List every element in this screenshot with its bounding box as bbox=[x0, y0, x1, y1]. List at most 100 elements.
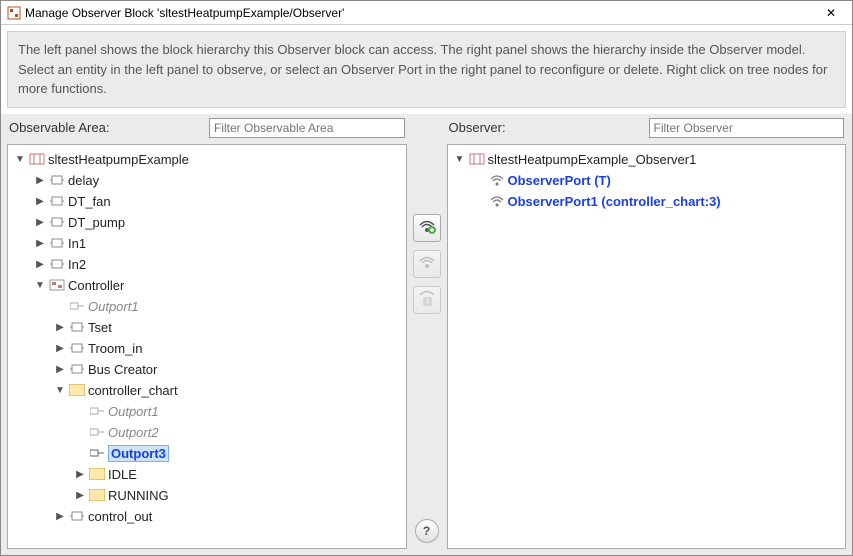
tree-label: DT_pump bbox=[68, 215, 125, 230]
expand-icon[interactable]: ▶ bbox=[34, 238, 46, 249]
tree-label: In1 bbox=[68, 236, 86, 251]
tree-label: Bus Creator bbox=[88, 362, 157, 377]
dialog-window: Manage Observer Block 'sltestHeatpumpExa… bbox=[0, 0, 853, 556]
tree-node-root[interactable]: ▼ sltestHeatpumpExample bbox=[10, 149, 404, 170]
tree-label: ObserverPort (T) bbox=[508, 173, 611, 188]
tree-node-buscreator[interactable]: ▶ Bus Creator bbox=[10, 359, 404, 380]
info-bar: The left panel shows the block hierarchy… bbox=[7, 31, 846, 108]
tree-node-cc-outport2[interactable]: Outport2 bbox=[10, 422, 404, 443]
expand-icon[interactable]: ▶ bbox=[54, 364, 66, 375]
tree-label: ObserverPort1 (controller_chart:3) bbox=[508, 194, 721, 209]
state-icon bbox=[89, 487, 105, 503]
block-icon bbox=[49, 193, 65, 209]
add-observer-button[interactable] bbox=[413, 214, 441, 242]
tree-label: sltestHeatpumpExample_Observer1 bbox=[488, 152, 697, 167]
block-icon bbox=[49, 256, 65, 272]
model-icon bbox=[469, 151, 485, 167]
tree-label: Troom_in bbox=[88, 341, 142, 356]
subsystem-icon bbox=[49, 277, 65, 293]
expand-icon[interactable]: ▶ bbox=[34, 175, 46, 186]
titlebar: Manage Observer Block 'sltestHeatpumpExa… bbox=[1, 1, 852, 25]
tree-node-running[interactable]: ▶ RUNNING bbox=[10, 485, 404, 506]
tree-label: DT_fan bbox=[68, 194, 111, 209]
tree-node-control-out[interactable]: ▶ control_out bbox=[10, 506, 404, 527]
observable-tree[interactable]: ▼ sltestHeatpumpExample ▶ delay ▶ bbox=[7, 144, 407, 550]
expand-icon[interactable]: ▶ bbox=[34, 259, 46, 270]
tree-node-dtfan[interactable]: ▶ DT_fan bbox=[10, 191, 404, 212]
tree-label: RUNNING bbox=[108, 488, 169, 503]
tree-node-outport1[interactable]: Outport1 bbox=[10, 296, 404, 317]
tree-label: controller_chart bbox=[88, 383, 178, 398]
delete-observer-button[interactable] bbox=[413, 286, 441, 314]
block-icon bbox=[49, 214, 65, 230]
tree-node-delay[interactable]: ▶ delay bbox=[10, 170, 404, 191]
block-icon bbox=[49, 235, 65, 251]
chart-icon bbox=[69, 382, 85, 398]
wifi-plus-icon bbox=[418, 218, 436, 237]
expand-icon[interactable]: ▶ bbox=[54, 343, 66, 354]
observable-area-label: Observable Area: bbox=[9, 120, 199, 135]
tree-node-controller-chart[interactable]: ▼ controller_chart bbox=[10, 380, 404, 401]
observer-port-icon bbox=[489, 193, 505, 209]
filter-observable-input[interactable] bbox=[209, 118, 405, 138]
observer-label: Observer: bbox=[449, 120, 639, 135]
block-icon bbox=[69, 319, 85, 335]
tree-node-cc-outport1[interactable]: Outport1 bbox=[10, 401, 404, 422]
panels: Observable Area: ▼ sltestHeatpumpExample bbox=[1, 114, 852, 556]
expand-icon[interactable]: ▶ bbox=[34, 217, 46, 228]
tree-node-observerport1[interactable]: ObserverPort1 (controller_chart:3) bbox=[450, 191, 844, 212]
block-icon bbox=[69, 340, 85, 356]
help-icon: ? bbox=[423, 524, 430, 538]
app-icon bbox=[7, 6, 21, 20]
expand-icon[interactable]: ▼ bbox=[34, 280, 46, 291]
expand-icon[interactable]: ▼ bbox=[454, 154, 466, 165]
tree-label: Outport1 bbox=[108, 404, 159, 419]
close-icon: ✕ bbox=[826, 6, 836, 20]
tree-label: Controller bbox=[68, 278, 124, 293]
tree-node-tset[interactable]: ▶ Tset bbox=[10, 317, 404, 338]
tree-label: sltestHeatpumpExample bbox=[48, 152, 189, 167]
block-icon bbox=[49, 172, 65, 188]
tree-node-cc-outport3[interactable]: Outport3 bbox=[10, 443, 404, 464]
wifi-trash-icon bbox=[418, 290, 436, 309]
observer-tree[interactable]: ▼ sltestHeatpumpExample_Observer1 Observ… bbox=[447, 144, 847, 550]
reconfigure-button[interactable] bbox=[413, 250, 441, 278]
tree-node-in2[interactable]: ▶ In2 bbox=[10, 254, 404, 275]
outport-icon bbox=[89, 403, 105, 419]
filter-observer-input[interactable] bbox=[649, 118, 845, 138]
block-icon bbox=[69, 508, 85, 524]
expand-icon[interactable]: ▶ bbox=[54, 511, 66, 522]
tree-node-in1[interactable]: ▶ In1 bbox=[10, 233, 404, 254]
tree-label: Outport2 bbox=[108, 425, 159, 440]
tree-label: In2 bbox=[68, 257, 86, 272]
observer-port-icon bbox=[489, 172, 505, 188]
tree-node-dtpump[interactable]: ▶ DT_pump bbox=[10, 212, 404, 233]
outport-icon bbox=[89, 445, 105, 461]
titlebar-text: Manage Observer Block 'sltestHeatpumpExa… bbox=[25, 6, 816, 20]
tree-node-observerport-t[interactable]: ObserverPort (T) bbox=[450, 170, 844, 191]
tree-label: delay bbox=[68, 173, 99, 188]
tree-node-troomin[interactable]: ▶ Troom_in bbox=[10, 338, 404, 359]
center-buttons: ? bbox=[407, 114, 447, 550]
block-icon bbox=[69, 361, 85, 377]
expand-icon[interactable]: ▶ bbox=[74, 469, 86, 480]
expand-icon[interactable]: ▼ bbox=[14, 154, 26, 165]
expand-icon[interactable]: ▶ bbox=[34, 196, 46, 207]
observable-area-panel: Observable Area: ▼ sltestHeatpumpExample bbox=[7, 114, 407, 550]
info-text: The left panel shows the block hierarchy… bbox=[18, 42, 827, 96]
observer-header: Observer: bbox=[447, 114, 847, 144]
expand-icon[interactable]: ▶ bbox=[74, 490, 86, 501]
expand-icon[interactable]: ▼ bbox=[54, 385, 66, 396]
tree-label: control_out bbox=[88, 509, 152, 524]
close-button[interactable]: ✕ bbox=[816, 1, 846, 24]
tree-label: Tset bbox=[88, 320, 112, 335]
help-button[interactable]: ? bbox=[415, 519, 439, 543]
tree-label: Outport3 bbox=[108, 445, 169, 462]
tree-label: IDLE bbox=[108, 467, 137, 482]
tree-node-controller[interactable]: ▼ Controller bbox=[10, 275, 404, 296]
tree-node-observer-root[interactable]: ▼ sltestHeatpumpExample_Observer1 bbox=[450, 149, 844, 170]
observer-panel: Observer: ▼ sltestHeatpumpExample_Observ… bbox=[447, 114, 847, 550]
expand-icon[interactable]: ▶ bbox=[54, 322, 66, 333]
tree-node-idle[interactable]: ▶ IDLE bbox=[10, 464, 404, 485]
tree-label: Outport1 bbox=[88, 299, 139, 314]
